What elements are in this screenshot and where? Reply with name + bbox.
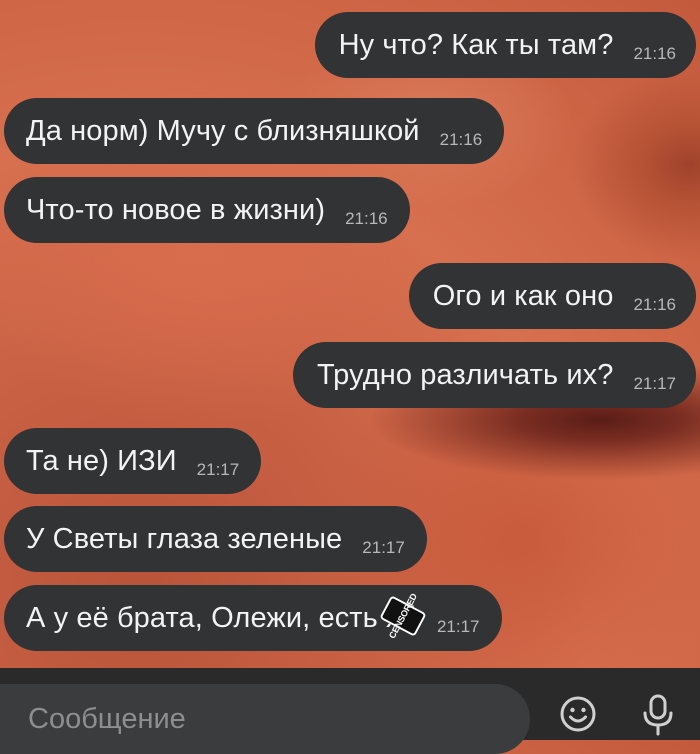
message-time: 21:17 [362,538,405,557]
message-time: 21:16 [633,44,676,63]
message-text: Да норм) Мучу с близняшкой [26,114,420,147]
message-bubble-outgoing[interactable]: Ну что? Как ты там? 21:16 [314,12,696,78]
message-time: 21:17 [196,460,240,479]
message-text: А у её брата, Олежи, есть хCENSOREDй [26,591,427,639]
message-time: 21:17 [436,617,480,636]
microphone-button[interactable] [636,692,680,736]
message-text-before: А у её брата, Олежи, есть [26,601,387,634]
message-text: Что-то новое в жизни) [26,193,326,226]
message-bubble-incoming[interactable]: Что-то новое в жизни) 21:16 [4,177,410,243]
message-bubble-incoming[interactable]: А у её брата, Олежи, есть хCENSOREDй 21:… [4,585,502,651]
chat-area: Ну что? Как ты там? 21:16 Да норм) Мучу … [0,0,700,668]
smiley-face-icon [560,696,596,732]
microphone-icon [643,694,673,736]
message-time: 21:17 [633,374,676,393]
message-input[interactable]: Сообщение [0,684,530,754]
message-input-placeholder: Сообщение [28,702,186,735]
message-time: 21:16 [633,295,676,314]
message-bubble-incoming[interactable]: Та не) ИЗИ 21:17 [4,428,262,494]
message-text: Ого и как оно [432,279,614,312]
message-bubble-outgoing[interactable]: Трудно различать их? 21:17 [293,342,696,408]
message-text: Та не) ИЗИ [26,444,177,477]
message-input-bar: Сообщение [0,668,700,754]
message-bubble-incoming[interactable]: Да норм) Мучу с близняшкой 21:16 [4,98,505,164]
message-text: У Светы глаза зеленые [26,522,343,555]
message-time: 21:16 [345,209,388,228]
message-bubble-outgoing[interactable]: Ого и как оно 21:16 [408,263,696,329]
censored-word: хCENSORED [379,591,427,639]
emoji-button[interactable] [556,692,600,736]
message-text: Ну что? Как ты там? [338,28,614,61]
message-text: Трудно различать их? [317,358,614,391]
message-time: 21:16 [439,130,483,149]
message-bubble-incoming[interactable]: У Светы глаза зеленые 21:17 [4,506,427,572]
